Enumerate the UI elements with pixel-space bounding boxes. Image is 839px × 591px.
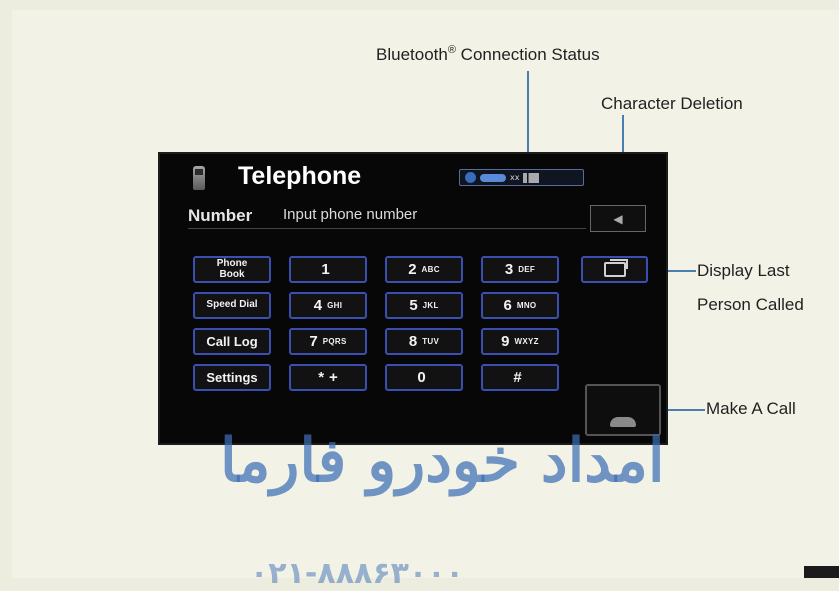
key-2[interactable]: 2 ABC — [385, 256, 463, 283]
settings-button[interactable]: Settings — [193, 364, 271, 391]
character-delete-button[interactable]: ◀ — [590, 205, 646, 232]
phone-icon — [193, 166, 205, 190]
key-hash[interactable]: # — [481, 364, 559, 391]
key-digit: 5 — [409, 297, 418, 314]
key-3[interactable]: 3 DEF — [481, 256, 559, 283]
status-text: xx — [510, 173, 520, 182]
key-digit: 0 — [417, 369, 426, 386]
bluetooth-connection-status: xx — [459, 169, 584, 186]
key-digit: 6 — [503, 297, 512, 314]
key-digit: 3 — [504, 261, 514, 278]
key-letters: ABC — [421, 265, 440, 274]
key-digit: 9 — [501, 333, 510, 350]
key-digit: 4 — [313, 297, 323, 314]
watermark-text: امداد خودرو فارما — [220, 426, 665, 496]
call-log-button[interactable]: Call Log — [193, 328, 271, 355]
signal-icon — [523, 172, 540, 183]
key-letters: PQRS — [322, 337, 347, 346]
annotation-bluetooth-status: Bluetooth® Connection Status — [376, 44, 600, 64]
key-8[interactable]: 8 TUV — [385, 328, 463, 355]
key-digit: 1 — [321, 261, 330, 278]
key-digit: 2 — [408, 261, 417, 278]
number-underline — [188, 228, 586, 229]
backspace-icon: ◀ — [613, 211, 623, 226]
annotation-make-a-call: Make A Call — [706, 399, 796, 418]
corner-mark — [804, 566, 839, 578]
key-letters: MNO — [516, 301, 537, 310]
annotation-display-last-line2: Person Called — [697, 295, 804, 314]
key-digit: * — [318, 369, 325, 386]
key-digit: 8 — [408, 333, 418, 350]
key-6[interactable]: 6 MNO — [481, 292, 559, 319]
key-letters: GHI — [327, 301, 343, 310]
number-input[interactable]: Input phone number — [283, 206, 417, 223]
key-letters: DEF — [518, 265, 536, 274]
telephone-screen: Telephone xx Number Input phone number ◀… — [158, 152, 668, 445]
key-7[interactable]: 7 PQRS — [289, 328, 367, 355]
key-letters: WXYZ — [514, 337, 539, 346]
key-4[interactable]: 4 GHI — [289, 292, 367, 319]
key-digit: # — [513, 369, 522, 386]
bluetooth-icon — [465, 172, 476, 183]
key-letters: JKL — [422, 301, 439, 310]
screen-title: Telephone — [238, 162, 362, 190]
phone-book-button[interactable]: Phone Book — [193, 256, 271, 283]
key-9[interactable]: 9 WXYZ — [481, 328, 559, 355]
key-star[interactable]: * + — [289, 364, 367, 391]
display-last-person-called-button[interactable] — [581, 256, 648, 283]
key-letters: + — [329, 369, 338, 386]
number-label: Number — [188, 206, 253, 225]
annotation-display-last-line1: Display Last — [697, 261, 790, 280]
redial-icon — [603, 259, 628, 277]
speed-dial-button[interactable]: Speed Dial — [193, 292, 271, 319]
key-letters: TUV — [422, 337, 440, 346]
key-digit: 7 — [309, 333, 318, 350]
battery-icon — [480, 173, 506, 182]
key-0[interactable]: 0 — [385, 364, 463, 391]
key-1[interactable]: 1 — [289, 256, 367, 283]
annotation-character-deletion: Character Deletion — [601, 94, 743, 113]
key-5[interactable]: 5 JKL — [385, 292, 463, 319]
watermark-phone: ۰۲۱-۸۸۸۶۳۰۰۰ — [250, 556, 464, 591]
